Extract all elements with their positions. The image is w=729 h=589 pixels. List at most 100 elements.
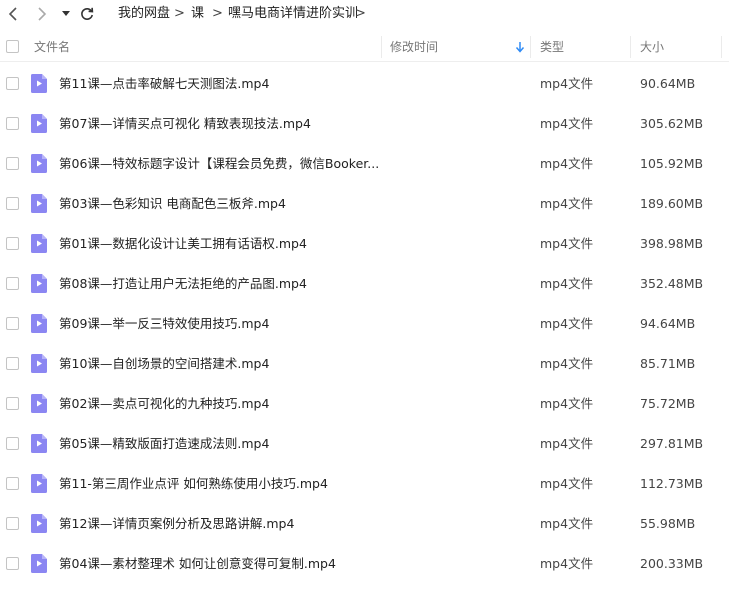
video-file-icon: [31, 274, 47, 293]
video-file-icon: [31, 314, 47, 333]
column-header-name[interactable]: 文件名: [34, 32, 70, 62]
column-divider[interactable]: [530, 36, 531, 58]
file-size: 55.98MB: [640, 516, 696, 531]
file-size: 75.72MB: [640, 396, 696, 411]
row-checkbox[interactable]: [6, 317, 19, 330]
refresh-icon: [81, 7, 94, 20]
history-dropdown-button[interactable]: [59, 4, 73, 24]
file-row[interactable]: 第05课—精致版面打造速成法则.mp4 mp4文件 297.81MB: [0, 424, 729, 464]
file-row[interactable]: 第06课—特效标题字设计【课程会员免费，微信Booker... mp4文件 105.…: [0, 144, 729, 184]
row-checkbox[interactable]: [6, 357, 19, 370]
breadcrumb-separator: >: [355, 6, 366, 21]
file-row[interactable]: 第09课—举一反三特效使用技巧.mp4 mp4文件 94.64MB: [0, 304, 729, 344]
file-row[interactable]: 第04课—素材整理术 如何让创意变得可复制.mp4 mp4文件 200.33MB: [0, 544, 729, 584]
file-name[interactable]: 第02课—卖点可视化的九种技巧.mp4: [59, 384, 269, 424]
breadcrumb-separator: >: [212, 6, 223, 21]
file-type: mp4文件: [540, 236, 594, 251]
row-checkbox[interactable]: [6, 397, 19, 410]
file-size: 105.92MB: [640, 156, 704, 171]
file-name[interactable]: 第01课—数据化设计让美工拥有话语权.mp4: [59, 224, 307, 264]
file-type: mp4文件: [540, 436, 594, 451]
file-size: 189.60MB: [640, 196, 704, 211]
file-row[interactable]: 第01课—数据化设计让美工拥有话语权.mp4 mp4文件 398.98MB: [0, 224, 729, 264]
row-checkbox[interactable]: [6, 77, 19, 90]
row-checkbox[interactable]: [6, 277, 19, 290]
file-list-header: 文件名 修改时间 类型 大小: [0, 32, 729, 62]
column-divider[interactable]: [630, 36, 631, 58]
file-type: mp4文件: [540, 156, 594, 171]
breadcrumb-separator: >: [174, 6, 185, 21]
file-size: 398.98MB: [640, 236, 704, 251]
file-row[interactable]: 第12课—详情页案例分析及思路讲解.mp4 mp4文件 55.98MB: [0, 504, 729, 544]
video-file-icon: [31, 394, 47, 413]
file-name[interactable]: 第11-第三周作业点评 如何熟练使用小技巧.mp4: [59, 464, 328, 504]
file-type: mp4文件: [540, 276, 594, 291]
file-name[interactable]: 第08课—打造让用户无法拒绝的产品图.mp4: [59, 264, 307, 304]
file-name[interactable]: 第06课—特效标题字设计【课程会员免费，微信Booker...: [59, 144, 379, 184]
file-name[interactable]: 第03课—色彩知识 电商配色三板斧.mp4: [59, 184, 286, 224]
back-button[interactable]: [4, 4, 22, 24]
file-type: mp4文件: [540, 396, 594, 411]
video-file-icon: [31, 154, 47, 173]
select-all-checkbox[interactable]: [6, 40, 19, 53]
file-type: mp4文件: [540, 76, 594, 91]
column-header-size[interactable]: 大小: [640, 32, 664, 62]
file-name[interactable]: 第05课—精致版面打造速成法则.mp4: [59, 424, 269, 464]
file-size: 94.64MB: [640, 316, 696, 331]
chevron-right-icon: [38, 7, 47, 21]
video-file-icon: [31, 514, 47, 533]
file-name[interactable]: 第12课—详情页案例分析及思路讲解.mp4: [59, 504, 294, 544]
file-size: 305.62MB: [640, 116, 704, 131]
file-name[interactable]: 第07课—详情买点可视化 精致表现技法.mp4: [59, 104, 311, 144]
file-row[interactable]: 第08课—打造让用户无法拒绝的产品图.mp4 mp4文件 352.48MB: [0, 264, 729, 304]
row-checkbox[interactable]: [6, 197, 19, 210]
forward-button[interactable]: [33, 4, 51, 24]
video-file-icon: [31, 354, 47, 373]
video-file-icon: [31, 434, 47, 453]
file-name[interactable]: 第11课—点击率破解七天测图法.mp4: [59, 64, 269, 104]
file-name[interactable]: 第04课—素材整理术 如何让创意变得可复制.mp4: [59, 544, 336, 584]
row-checkbox[interactable]: [6, 477, 19, 490]
column-divider[interactable]: [381, 36, 382, 58]
file-name[interactable]: 第09课—举一反三特效使用技巧.mp4: [59, 304, 269, 344]
file-size: 352.48MB: [640, 276, 704, 291]
file-type: mp4文件: [540, 556, 594, 571]
breadcrumb-item-current-folder[interactable]: 嘿马电商详情进阶实训: [228, 5, 358, 23]
row-checkbox[interactable]: [6, 517, 19, 530]
row-checkbox[interactable]: [6, 117, 19, 130]
file-type: mp4文件: [540, 196, 594, 211]
file-name[interactable]: 第10课—自创场景的空间搭建术.mp4: [59, 344, 269, 384]
breadcrumb-item-my-drive[interactable]: 我的网盘: [118, 5, 170, 23]
file-size: 85.71MB: [640, 356, 696, 371]
file-row[interactable]: 第11课—点击率破解七天测图法.mp4 mp4文件 90.64MB: [0, 64, 729, 104]
column-divider[interactable]: [721, 36, 722, 58]
column-header-modified[interactable]: 修改时间: [390, 32, 438, 62]
file-size: 200.33MB: [640, 556, 704, 571]
file-size: 90.64MB: [640, 76, 696, 91]
file-row[interactable]: 第02课—卖点可视化的九种技巧.mp4 mp4文件 75.72MB: [0, 384, 729, 424]
file-type: mp4文件: [540, 116, 594, 131]
video-file-icon: [31, 474, 47, 493]
row-checkbox[interactable]: [6, 437, 19, 450]
row-checkbox[interactable]: [6, 557, 19, 570]
refresh-button[interactable]: [78, 4, 96, 24]
file-row[interactable]: 第07课—详情买点可视化 精致表现技法.mp4 mp4文件 305.62MB: [0, 104, 729, 144]
row-checkbox[interactable]: [6, 237, 19, 250]
file-row[interactable]: 第03课—色彩知识 电商配色三板斧.mp4 mp4文件 189.60MB: [0, 184, 729, 224]
file-row[interactable]: 第10课—自创场景的空间搭建术.mp4 mp4文件 85.71MB: [0, 344, 729, 384]
chevron-left-icon: [8, 7, 17, 21]
file-row[interactable]: 第11-第三周作业点评 如何熟练使用小技巧.mp4 mp4文件 112.73MB: [0, 464, 729, 504]
navigation-bar: 我的网盘 > 课 > 嘿马电商详情进阶实训 >: [0, 0, 729, 28]
arrow-down-icon[interactable]: [515, 41, 525, 56]
file-size: 112.73MB: [640, 476, 704, 491]
file-type: mp4文件: [540, 316, 594, 331]
row-checkbox[interactable]: [6, 157, 19, 170]
column-header-type[interactable]: 类型: [540, 32, 564, 62]
file-type: mp4文件: [540, 516, 594, 531]
caret-down-icon: [62, 11, 70, 16]
video-file-icon: [31, 234, 47, 253]
file-size: 297.81MB: [640, 436, 704, 451]
breadcrumb-item-course[interactable]: 课: [191, 5, 204, 23]
video-file-icon: [31, 554, 47, 573]
video-file-icon: [31, 114, 47, 133]
